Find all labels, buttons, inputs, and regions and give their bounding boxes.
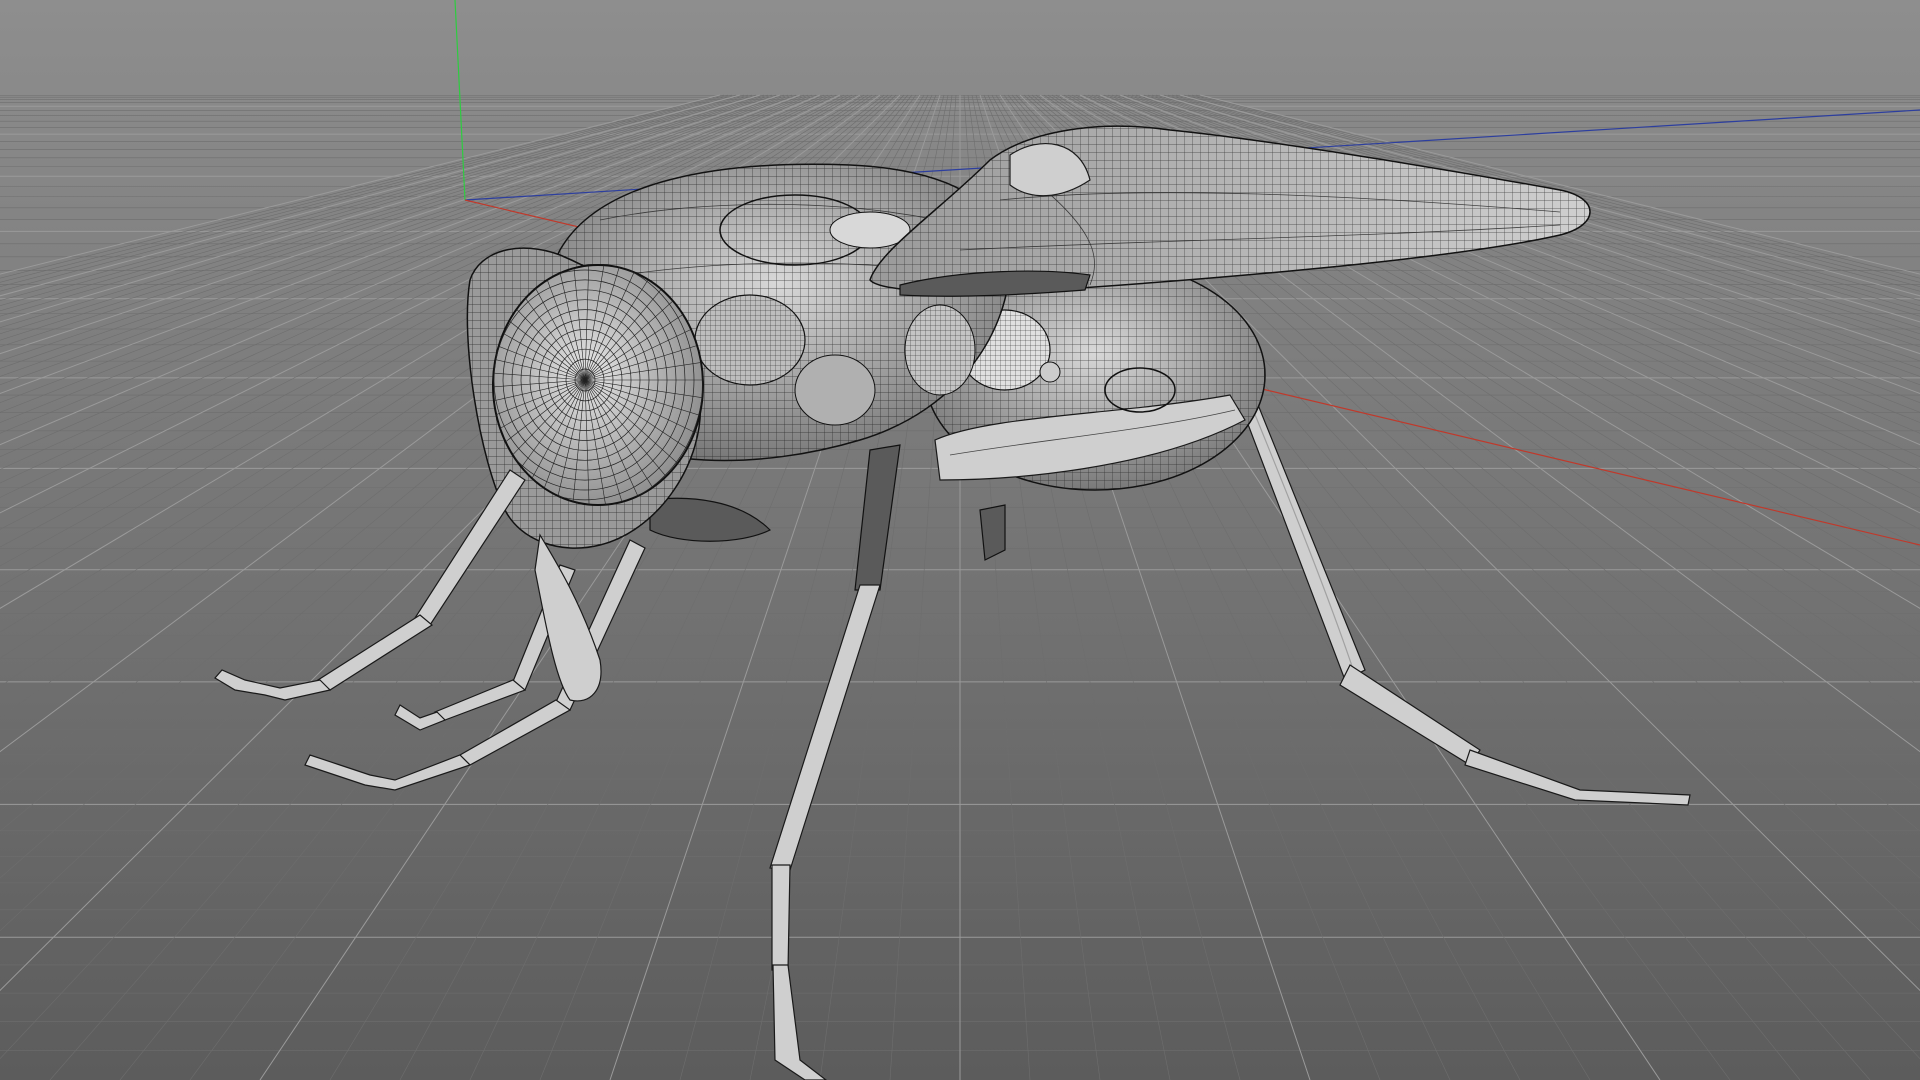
viewport-canvas[interactable] (0, 0, 1920, 1080)
3d-viewport[interactable] (0, 0, 1920, 1080)
